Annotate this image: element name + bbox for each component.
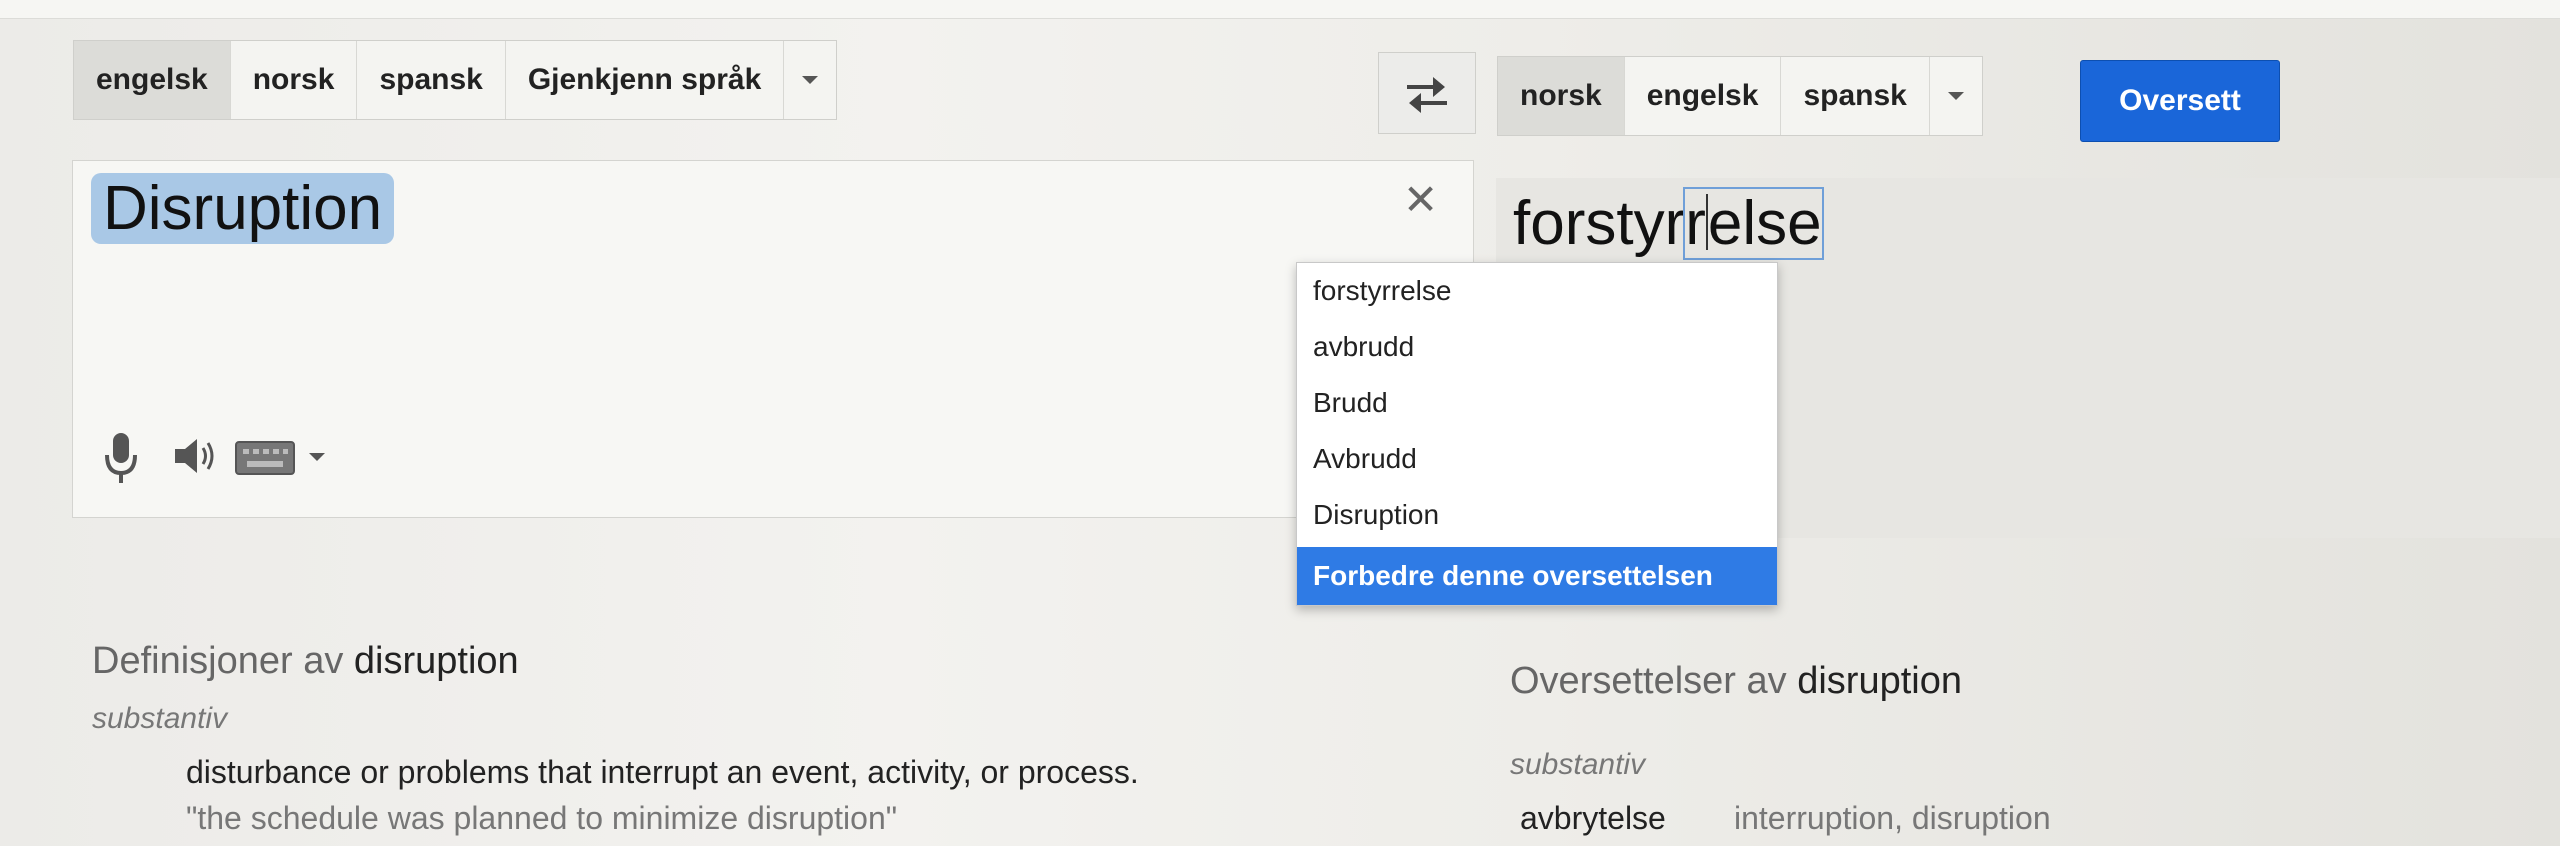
source-lang-detect[interactable]: Gjenkjenn språk bbox=[506, 41, 785, 119]
target-lang-dropdown-button[interactable] bbox=[1930, 57, 1982, 135]
browser-top-edge bbox=[0, 0, 2560, 19]
alternative-item[interactable]: Brudd bbox=[1297, 375, 1777, 431]
translation-text-part: r bbox=[1685, 189, 1706, 258]
translations-word: disruption bbox=[1797, 660, 1962, 702]
source-text: Disruption bbox=[91, 173, 395, 244]
alternative-item[interactable]: forstyrrelse bbox=[1297, 263, 1777, 319]
definition-part-of-speech: substantiv bbox=[92, 702, 228, 735]
alternative-item[interactable]: Disruption bbox=[1297, 487, 1777, 543]
target-lang-norsk[interactable]: norsk bbox=[1498, 57, 1625, 135]
chevron-down-icon bbox=[802, 76, 819, 84]
definitions-title: Definisjoner av disruption bbox=[92, 640, 519, 683]
source-language-bar: engelsk norsk spansk Gjenkjenn språk bbox=[73, 40, 838, 120]
source-text-area[interactable]: Disruption ✕ bbox=[72, 160, 1474, 518]
translations-title-prefix: Oversettelser av bbox=[1510, 660, 1787, 702]
source-lang-dropdown-button[interactable] bbox=[784, 41, 836, 119]
definitions-word: disruption bbox=[353, 640, 519, 682]
definitions-title-prefix: Definisjoner av bbox=[92, 640, 344, 682]
definition-text: disturbance or problems that interrupt a… bbox=[186, 754, 1139, 790]
alternative-item[interactable]: Avbrudd bbox=[1297, 431, 1777, 487]
target-language-bar: norsk engelsk spansk bbox=[1497, 56, 1983, 136]
translation-text-part: forstyr bbox=[1513, 189, 1686, 258]
translations-title: Oversettelser av disruption bbox=[1510, 660, 1962, 703]
translation-result[interactable]: forstyrrelse bbox=[1513, 187, 1824, 260]
close-icon[interactable]: ✕ bbox=[1403, 175, 1438, 224]
microphone-icon[interactable] bbox=[103, 431, 139, 487]
translate-button[interactable]: Oversett bbox=[2080, 60, 2280, 142]
improve-translation-item[interactable]: Forbedre denne oversettelsen bbox=[1297, 547, 1777, 605]
source-lang-norsk[interactable]: norsk bbox=[231, 41, 358, 119]
keyboard-icon[interactable] bbox=[235, 441, 295, 475]
speaker-icon[interactable] bbox=[171, 435, 219, 477]
definition-example: "the schedule was planned to minimize di… bbox=[186, 800, 898, 836]
source-lang-engelsk[interactable]: engelsk bbox=[74, 41, 231, 119]
swap-icon bbox=[1407, 77, 1447, 113]
target-lang-spansk[interactable]: spansk bbox=[1781, 57, 1930, 135]
target-lang-engelsk[interactable]: engelsk bbox=[1625, 57, 1782, 135]
translation-part-of-speech: substantiv bbox=[1510, 748, 1646, 781]
source-lang-spansk[interactable]: spansk bbox=[357, 41, 506, 119]
swap-languages-button[interactable] bbox=[1378, 52, 1476, 134]
chevron-down-icon[interactable] bbox=[309, 453, 325, 461]
translation-entry-meanings: interruption, disruption bbox=[1734, 800, 2051, 836]
translation-text-part: else bbox=[1707, 189, 1822, 258]
alternative-item[interactable]: avbrudd bbox=[1297, 319, 1777, 375]
translation-text-part: relse bbox=[1683, 187, 1824, 260]
translation-entry-word[interactable]: avbrytelse bbox=[1520, 800, 1666, 837]
alternative-translations-menu: forstyrrelse avbrudd Brudd Avbrudd Disru… bbox=[1296, 262, 1778, 606]
chevron-down-icon bbox=[1947, 92, 1964, 100]
